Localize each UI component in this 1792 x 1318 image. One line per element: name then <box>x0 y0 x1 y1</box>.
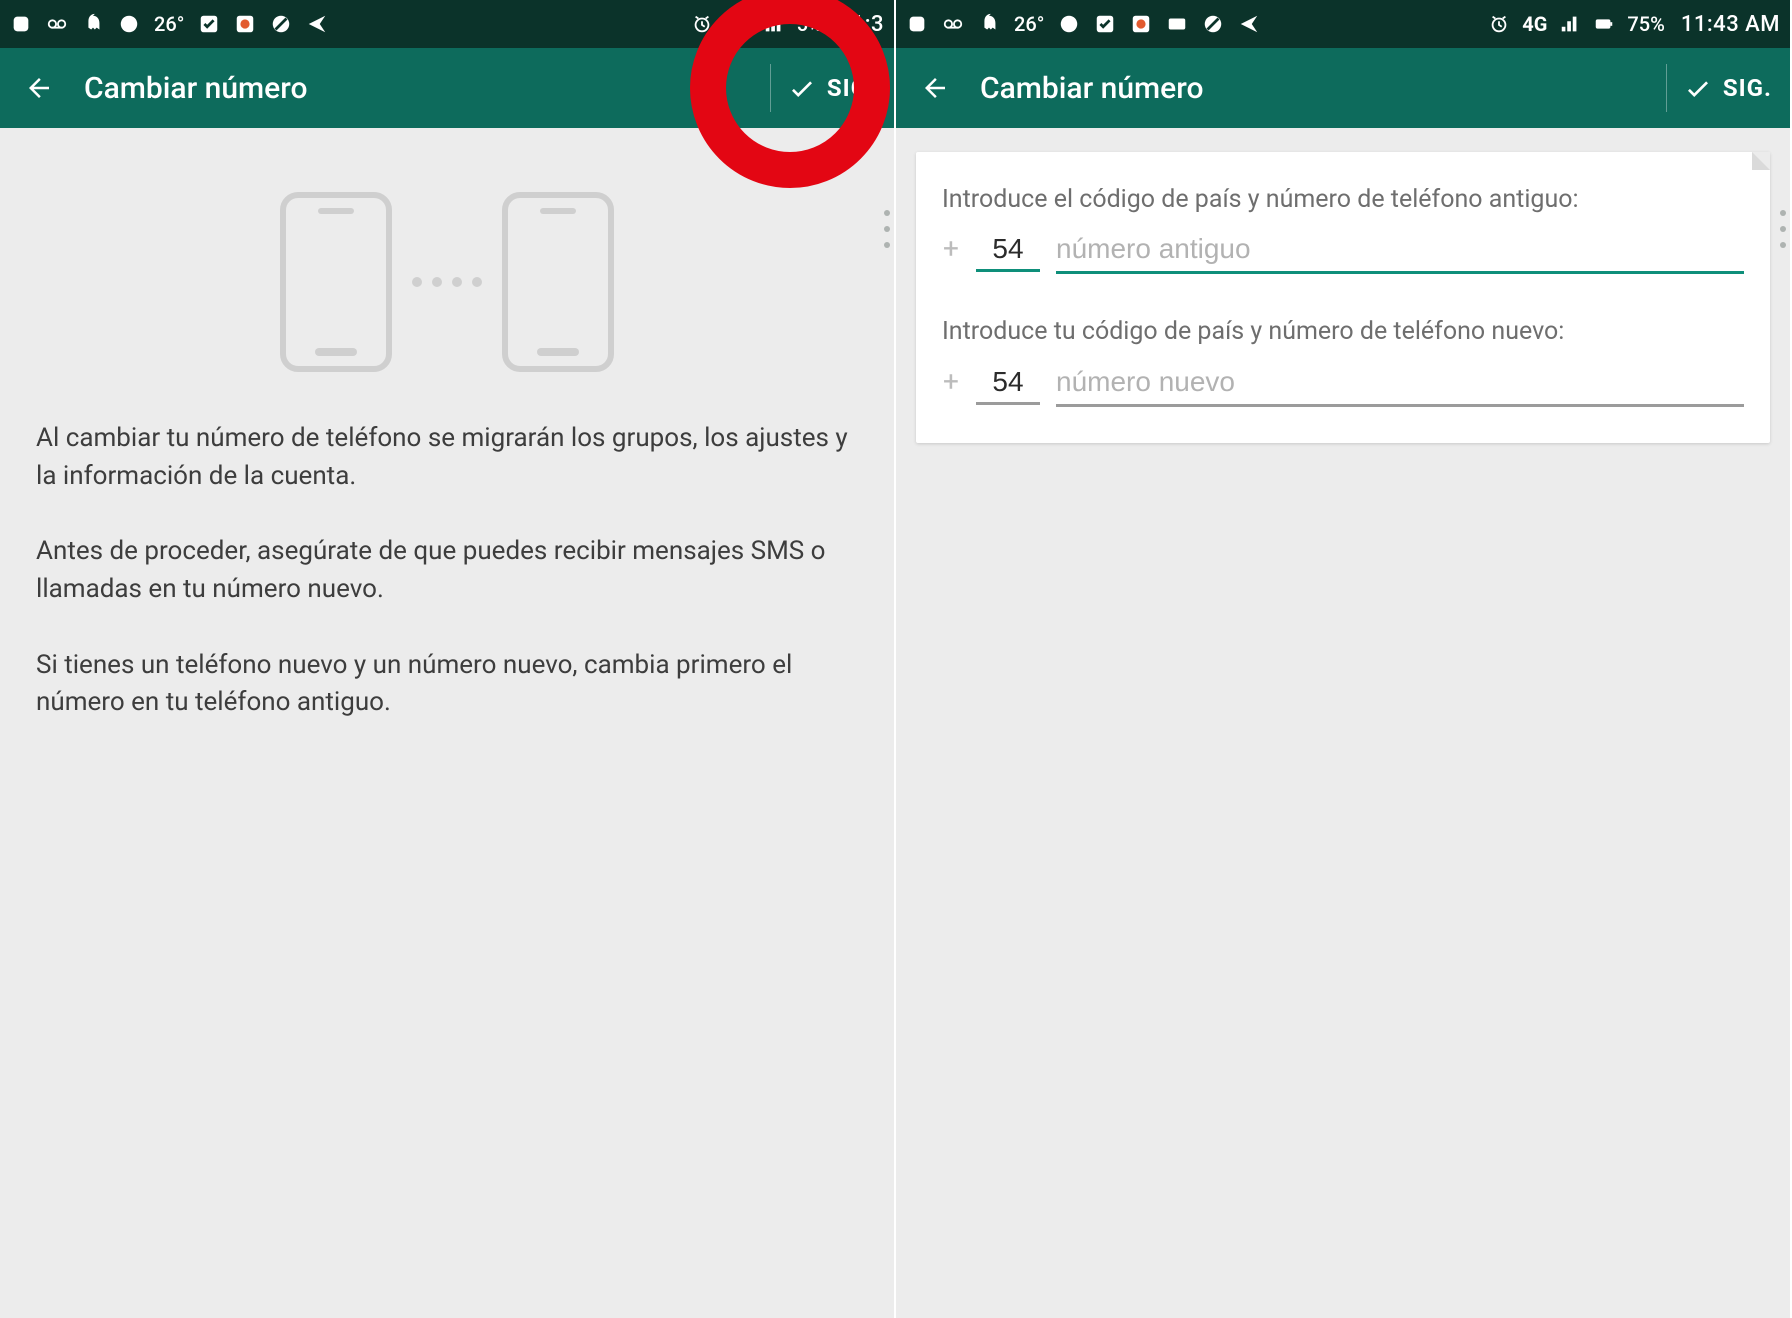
arrow-left-icon <box>920 73 950 103</box>
old-number-input[interactable] <box>1056 233 1744 274</box>
next-button[interactable]: SIG. <box>787 73 876 103</box>
back-button[interactable] <box>918 71 952 105</box>
screen-change-number-form: 26° 4G 75% 11:43 AM Cambiar número SIG. <box>896 0 1792 1318</box>
new-country-code-input[interactable] <box>976 366 1040 405</box>
status-temperature: 26° <box>154 12 184 36</box>
new-number-prompt: Introduce tu código de país y número de … <box>942 314 1744 350</box>
next-button-label: SIG. <box>827 74 876 102</box>
battery-icon <box>1593 13 1615 35</box>
new-phone-illustration <box>502 192 614 372</box>
app-icon <box>906 13 928 35</box>
status-time: 11:43 AM <box>1681 12 1780 37</box>
appbar-title: Cambiar número <box>980 71 1660 106</box>
intro-paragraph-2: Antes de proceder, asegúrate de que pued… <box>36 533 858 608</box>
bbm-icon <box>118 13 140 35</box>
battery-percent-partial: 5% <box>797 12 823 36</box>
back-button[interactable] <box>22 71 56 105</box>
scroll-indicator <box>884 210 890 248</box>
status-bar: 26° 4G 75% 11:43 AM <box>896 0 1790 48</box>
appbar-separator <box>1666 64 1667 112</box>
battery-percent: 75% <box>1627 12 1664 36</box>
check-icon <box>787 73 817 103</box>
new-number-input[interactable] <box>1056 366 1744 407</box>
target-icon <box>234 13 256 35</box>
screen-change-number-intro: 26° 4G 5% 11:3 Cambiar número SIG. <box>0 0 896 1318</box>
send-icon <box>306 13 328 35</box>
scroll-indicator <box>1780 210 1786 248</box>
voicemail-icon <box>942 13 964 35</box>
card-fold-decoration <box>1752 152 1770 170</box>
old-country-code-input[interactable] <box>976 233 1040 272</box>
appbar-title: Cambiar número <box>84 71 764 106</box>
intro-paragraph-3: Si tienes un teléfono nuevo y un número … <box>36 647 858 722</box>
app-bar: Cambiar número SIG. <box>0 48 894 128</box>
alarm-icon <box>1488 13 1510 35</box>
send-icon <box>1238 13 1260 35</box>
plus-sign: + <box>942 365 960 398</box>
new-number-row: + <box>942 365 1744 407</box>
ghost-icon <box>82 13 104 35</box>
next-button[interactable]: SIG. <box>1683 73 1772 103</box>
intro-paragraph-1: Al cambiar tu número de teléfono se migr… <box>36 420 858 495</box>
next-button-label: SIG. <box>1723 74 1772 102</box>
intro-content: Al cambiar tu número de teléfono se migr… <box>0 128 894 722</box>
status-temperature: 26° <box>1014 12 1044 36</box>
phone-transfer-illustration <box>36 192 858 372</box>
status-time: 11:3 <box>839 12 884 37</box>
status-right-group: 4G 5% 11:3 <box>691 12 884 37</box>
alarm-icon <box>691 13 713 35</box>
transfer-dots-icon <box>412 277 482 287</box>
old-number-prompt: Introduce el código de país y número de … <box>942 182 1744 218</box>
signal-icon <box>1559 13 1581 35</box>
network-4g-label: 4G <box>1522 12 1547 36</box>
block-icon <box>1202 13 1224 35</box>
mail-icon <box>1166 13 1188 35</box>
ghost-icon <box>978 13 1000 35</box>
status-left-group: 26° <box>906 12 1478 36</box>
old-phone-illustration <box>280 192 392 372</box>
voicemail-icon <box>46 13 68 35</box>
old-number-row: + <box>942 232 1744 274</box>
status-right-group: 4G 75% 11:43 AM <box>1488 12 1780 37</box>
target-icon <box>1130 13 1152 35</box>
check-icon <box>1683 73 1713 103</box>
app-icon <box>10 13 32 35</box>
bbm-icon <box>1058 13 1080 35</box>
plus-sign: + <box>942 232 960 265</box>
arrow-left-icon <box>24 73 54 103</box>
checkbox-icon <box>198 13 220 35</box>
block-icon <box>270 13 292 35</box>
checkbox-icon <box>1094 13 1116 35</box>
status-bar: 26° 4G 5% 11:3 <box>0 0 894 48</box>
app-bar: Cambiar número SIG. <box>896 48 1790 128</box>
number-form-card: Introduce el código de país y número de … <box>916 152 1770 443</box>
network-4g-label: 4G <box>725 12 750 36</box>
signal-icon <box>763 13 785 35</box>
appbar-separator <box>770 64 771 112</box>
status-left-group: 26° <box>10 12 681 36</box>
